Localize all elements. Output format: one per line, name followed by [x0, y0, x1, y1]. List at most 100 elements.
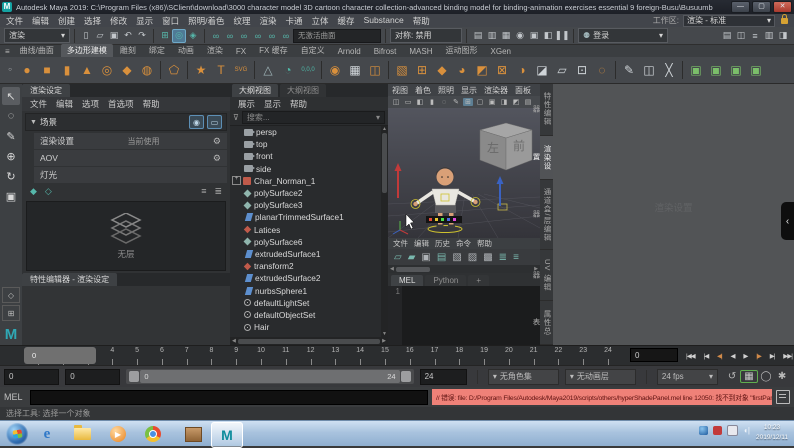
- render-setup-menu-item[interactable]: 文件: [30, 98, 47, 110]
- outliner-menu-item[interactable]: 展示: [238, 98, 255, 110]
- menubar-item[interactable]: 文件: [6, 15, 23, 27]
- search-input[interactable]: 搜索...▾: [242, 111, 385, 124]
- viewport-menu-item[interactable]: 视图: [392, 85, 408, 96]
- tray-security-icon[interactable]: [713, 426, 722, 435]
- snap-to-points-icon[interactable]: ◈: [186, 29, 200, 43]
- tray-app-icon[interactable]: [699, 426, 708, 435]
- sidebar-tab-渲染设置[interactable]: 渲染设置: [540, 136, 553, 180]
- platonic-solid-icon[interactable]: ⬠: [164, 60, 184, 80]
- relax-icon[interactable]: ▣: [746, 60, 766, 80]
- viewport-menu-item[interactable]: 照明: [438, 85, 454, 96]
- construction-plane-icon[interactable]: △: [258, 60, 278, 80]
- render-setup-menu-item[interactable]: 编辑: [56, 98, 73, 110]
- paint-select-tool[interactable]: ✎: [2, 127, 20, 145]
- smooth-icon[interactable]: ◕: [452, 60, 472, 80]
- viewport-toolbar-icon[interactable]: ✎: [451, 98, 461, 106]
- chrome-icon[interactable]: [142, 423, 164, 445]
- outliner-item-Hair[interactable]: Hair: [230, 321, 388, 333]
- outliner-vertical-scrollbar[interactable]: ▲▼: [381, 126, 388, 337]
- workspace-lock-icon[interactable]: [781, 18, 788, 24]
- workspace-dropdown[interactable]: 渲染 - 标准▾: [683, 15, 775, 27]
- connection-c-icon[interactable]: ∞: [279, 29, 293, 43]
- shelf-tab-动画[interactable]: 动画: [172, 44, 200, 57]
- poly-cube-icon[interactable]: ■: [37, 60, 57, 80]
- expand-all-icon[interactable]: ≡: [201, 186, 206, 197]
- shelf-tab-绑定[interactable]: 绑定: [143, 44, 171, 57]
- menubar-item[interactable]: Substance: [364, 15, 404, 27]
- current-frame-marker[interactable]: 0: [24, 347, 96, 364]
- filter-icon[interactable]: ⊽: [233, 113, 239, 122]
- rotate-tool[interactable]: ↻: [2, 167, 20, 185]
- viewport-toolbar-icon[interactable]: ◌: [439, 99, 449, 106]
- outliner-item-defaultObjectSet[interactable]: defaultObjectSet: [230, 309, 388, 321]
- toggle-tool-settings-icon[interactable]: ▥: [762, 29, 776, 43]
- origin-icon[interactable]: 0,0,0: [298, 60, 318, 80]
- collapse-all-icon[interactable]: ≣: [214, 186, 222, 197]
- construction-history-icon[interactable]: ∞: [237, 29, 251, 43]
- save-scene-icon[interactable]: ▣: [107, 29, 121, 43]
- sidebar-tab-通道盒/层编辑器[interactable]: 通道盒/层编辑器: [540, 180, 553, 250]
- shelf-tab-FX 缓存[interactable]: FX 缓存: [253, 44, 293, 57]
- redo-icon[interactable]: ↷: [135, 29, 149, 43]
- menubar-item[interactable]: 缓存: [338, 15, 355, 27]
- lattice-icon[interactable]: ⊡: [572, 60, 592, 80]
- minimize-button[interactable]: —: [731, 1, 750, 13]
- poly-cylinder-icon[interactable]: ▮: [57, 60, 77, 80]
- go-to-end-button[interactable]: ▶▶|: [783, 352, 792, 360]
- menubar-item[interactable]: 立体: [312, 15, 329, 27]
- step-forward-frame-button[interactable]: ▶|: [770, 352, 775, 360]
- start-button[interactable]: [6, 423, 28, 445]
- script-editor-menu-item[interactable]: 历史: [435, 238, 450, 249]
- scene-header[interactable]: ▼ 场景 ◉ ▭: [25, 113, 227, 131]
- output-connection-icon[interactable]: ∞: [223, 29, 237, 43]
- range-slider[interactable]: 0 24: [126, 369, 413, 384]
- render-setup-row[interactable]: 渲染设置当前使用⚙: [34, 133, 227, 149]
- outliner-item-side[interactable]: side: [230, 163, 388, 175]
- shelf-menu-icon[interactable]: ≡: [2, 46, 13, 57]
- clear-all-icon[interactable]: ▩: [483, 252, 492, 263]
- open-script-icon[interactable]: ▱: [394, 252, 402, 263]
- script-editor-menu-item[interactable]: 帮助: [477, 238, 492, 249]
- wedge-icon[interactable]: ◑: [512, 60, 532, 80]
- target-weld-icon[interactable]: ▣: [706, 60, 726, 80]
- character-set-dropdown[interactable]: ▾无角色集: [488, 369, 559, 385]
- script-tab-MEL[interactable]: MEL: [391, 275, 423, 286]
- viewport-toolbar-icon[interactable]: ◨: [499, 98, 509, 106]
- ipr-render-icon[interactable]: ▥: [485, 29, 499, 43]
- viewport-menu-item[interactable]: 渲染器: [484, 85, 508, 96]
- outliner-tab[interactable]: 大纲视图: [280, 84, 326, 97]
- panel-flyout-button[interactable]: ‹: [781, 202, 794, 240]
- poly-cone-icon[interactable]: ▲: [77, 60, 97, 80]
- script-tab-+[interactable]: +: [468, 275, 489, 286]
- scroll-up-icon[interactable]: ▲: [382, 126, 387, 132]
- create-collection-icon[interactable]: ◆: [30, 186, 37, 197]
- scale-tool[interactable]: ▣: [2, 187, 20, 205]
- poly-sphere-icon[interactable]: ●: [17, 60, 37, 80]
- step-forward-key-button[interactable]: |▶: [756, 352, 761, 360]
- shelf-tab-XGen[interactable]: XGen: [485, 46, 517, 57]
- render-setup-menu-item[interactable]: 首选项: [108, 98, 134, 110]
- outliner-item-extrudedSurface2[interactable]: extrudedSurface2: [230, 272, 388, 284]
- property-editor-tab[interactable]: 特性编辑器 - 渲染设定: [22, 273, 117, 286]
- script-tab-Python[interactable]: Python: [425, 275, 466, 286]
- menubar-item[interactable]: 创建: [58, 15, 75, 27]
- viewport-canvas[interactable]: 左 前: [388, 108, 540, 238]
- fill-hole-icon[interactable]: ▧: [392, 60, 412, 80]
- shelf-tab-自定义[interactable]: 自定义: [295, 44, 331, 57]
- load-script-icon[interactable]: ▰: [408, 252, 416, 263]
- create-override-icon[interactable]: ◇: [45, 186, 52, 197]
- clear-history-icon[interactable]: ▧: [452, 252, 461, 263]
- shelf-options-icon[interactable]: ○: [3, 63, 17, 77]
- outliner-menu-item[interactable]: 帮助: [290, 98, 307, 110]
- shelf-tab-曲线/曲面[interactable]: 曲线/曲面: [14, 44, 60, 57]
- outliner-item-polySurface2[interactable]: polySurface2: [230, 187, 388, 199]
- poly-disc-icon[interactable]: ◍: [137, 60, 157, 80]
- clear-input-icon[interactable]: ▨: [468, 252, 477, 263]
- execute-all-icon[interactable]: ≡: [513, 252, 519, 263]
- symmetry-dropdown[interactable]: 对称: 禁用: [390, 28, 462, 43]
- maximize-button[interactable]: ▢: [752, 1, 771, 13]
- set-current-time-icon[interactable]: ◔: [278, 60, 298, 80]
- execute-icon[interactable]: ≣: [499, 252, 507, 263]
- menubar-item[interactable]: 照明/着色: [188, 15, 224, 27]
- outliner-item-nurbsSphere1[interactable]: nurbsSphere1: [230, 284, 388, 296]
